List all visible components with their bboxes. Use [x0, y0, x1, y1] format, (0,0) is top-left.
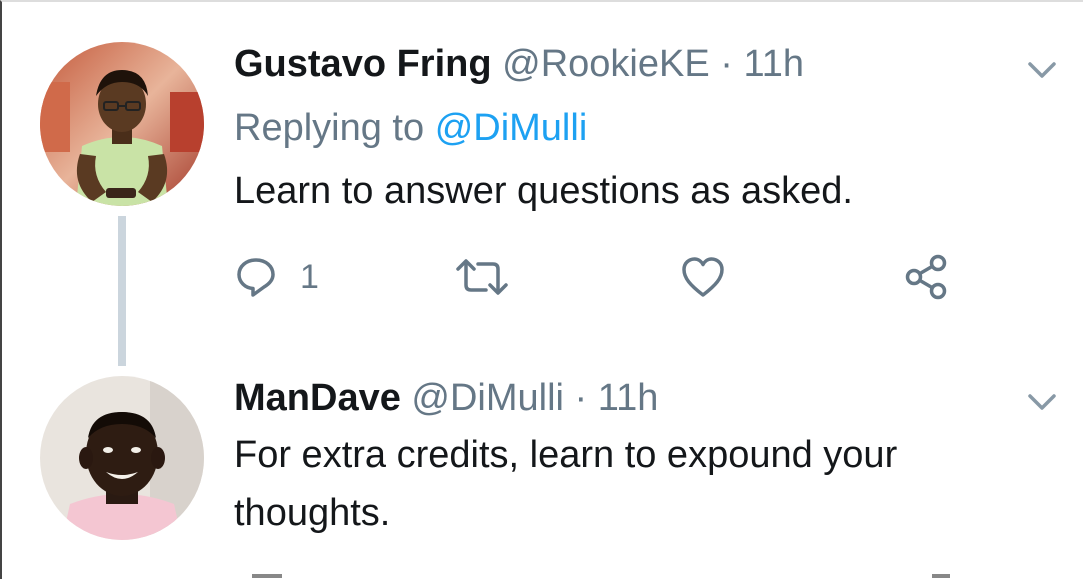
next-tweet-edge — [252, 574, 282, 578]
next-tweet-edge — [932, 574, 950, 578]
tweet-text: For extra credits, learn to expound your… — [234, 426, 1054, 542]
author-handle[interactable]: @DiMulli — [411, 377, 564, 419]
separator-dot: · — [574, 377, 588, 419]
tweet-text-line: thoughts. — [234, 492, 391, 534]
tweet-text: Learn to answer questions as asked. — [234, 170, 853, 212]
author-name[interactable]: Gustavo Fring — [234, 43, 492, 85]
timestamp[interactable]: 11h — [598, 377, 659, 419]
author-name[interactable]: ManDave — [234, 377, 401, 419]
author-handle[interactable]: @RookieKE — [502, 43, 710, 85]
thread-connector-line — [118, 216, 126, 366]
like-button[interactable] — [680, 252, 726, 302]
chevron-down-icon[interactable] — [1024, 58, 1060, 82]
timestamp[interactable]: 11h — [743, 43, 804, 85]
avatar-image — [40, 376, 204, 540]
tweet-actions: 1 — [234, 252, 994, 302]
tweet-text-line: For extra credits, learn to expound your — [234, 434, 898, 476]
separator-dot: · — [720, 43, 733, 85]
tweet-header: Gustavo Fring @RookieKE · 11h — [234, 42, 804, 86]
replying-to-mention[interactable]: @DiMulli — [435, 107, 588, 149]
replying-to-label: Replying to — [234, 107, 425, 149]
retweet-icon — [456, 259, 508, 295]
avatar[interactable] — [40, 42, 204, 206]
reply-icon — [237, 258, 275, 297]
reply-button[interactable]: 1 — [234, 252, 319, 302]
retweet-button[interactable] — [454, 252, 510, 302]
reply-count: 1 — [300, 257, 319, 296]
replying-to-line: Replying to @DiMulli — [234, 106, 587, 150]
avatar-image — [40, 42, 204, 206]
avatar[interactable] — [40, 376, 204, 540]
chevron-down-icon[interactable] — [1024, 390, 1060, 414]
heart-icon — [682, 257, 724, 297]
tweet-header: ManDave @DiMulli · 11h — [234, 376, 658, 420]
share-icon — [905, 254, 947, 300]
share-button[interactable] — [902, 252, 950, 302]
